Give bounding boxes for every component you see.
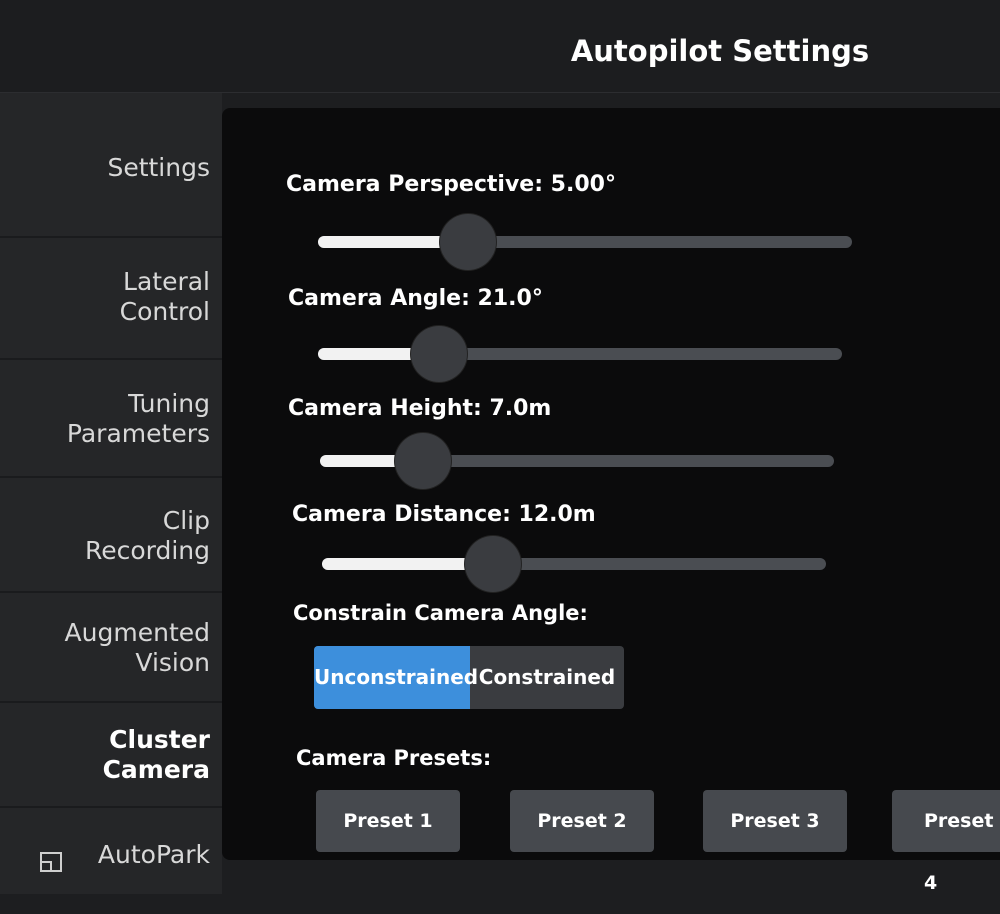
camera-distance-label: Camera Distance: 12.0m	[292, 502, 596, 527]
preset-2-button[interactable]: Preset 2	[510, 790, 654, 852]
sidebar-item-cluster-camera[interactable]: Cluster Camera	[10, 725, 210, 785]
slider-thumb[interactable]	[465, 536, 522, 592]
sidebar-divider	[0, 358, 222, 360]
sidebar-divider	[0, 591, 222, 593]
sidebar-divider	[0, 476, 222, 478]
sidebar-item-settings[interactable]: Settings	[10, 153, 210, 183]
sidebar-divider	[0, 701, 222, 703]
constrain-camera-angle-label: Constrain Camera Angle:	[293, 601, 588, 625]
slider-thumb[interactable]	[410, 326, 467, 382]
camera-angle-label: Camera Angle: 21.0°	[288, 286, 543, 311]
camera-perspective-slider[interactable]	[318, 214, 852, 270]
camera-distance-slider[interactable]	[322, 536, 826, 592]
sidebar-divider	[0, 236, 222, 238]
preset-1-button[interactable]: Preset 1	[316, 790, 460, 852]
sidebar: Settings Lateral Control Tuning Paramete…	[0, 93, 222, 894]
slider-thumb[interactable]	[439, 214, 496, 270]
constrain-angle-segmented-control: Unconstrained Constrained	[314, 646, 624, 709]
sidebar-divider	[0, 806, 222, 808]
window-restore-icon[interactable]	[40, 852, 62, 872]
constrained-option[interactable]: Constrained	[470, 646, 624, 709]
sidebar-item-augmented-vision[interactable]: Augmented Vision	[10, 618, 210, 678]
unconstrained-option[interactable]: Unconstrained	[314, 646, 478, 709]
preset-3-button[interactable]: Preset 3	[703, 790, 847, 852]
camera-perspective-label: Camera Perspective: 5.00°	[286, 172, 616, 197]
preset-4-button[interactable]: Preset 4	[892, 790, 1000, 894]
camera-angle-slider[interactable]	[318, 326, 842, 382]
camera-height-slider[interactable]	[320, 433, 834, 489]
page-title: Autopilot Settings	[570, 34, 870, 68]
sidebar-item-clip-recording[interactable]: Clip Recording	[10, 506, 210, 566]
camera-height-label: Camera Height: 7.0m	[288, 396, 552, 421]
sidebar-item-lateral-control[interactable]: Lateral Control	[10, 267, 210, 327]
sidebar-item-tuning-parameters[interactable]: Tuning Parameters	[10, 389, 210, 449]
slider-thumb[interactable]	[394, 433, 451, 489]
header-bar: Autopilot Settings	[0, 0, 1000, 93]
camera-presets-label: Camera Presets:	[296, 746, 492, 770]
